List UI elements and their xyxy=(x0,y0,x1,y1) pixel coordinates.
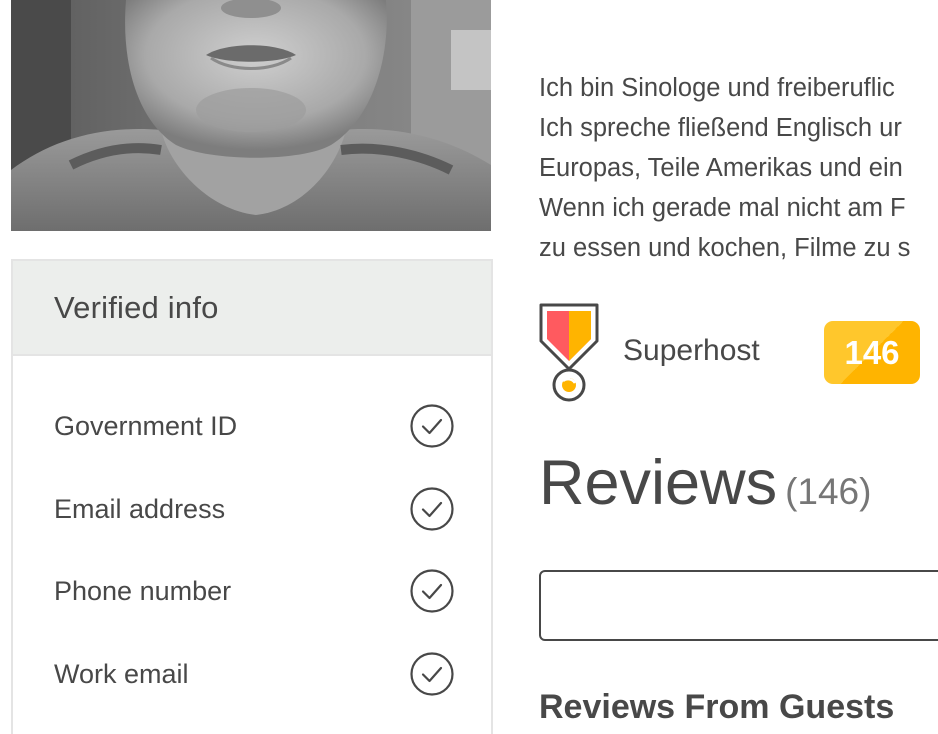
verified-info-header: Verified info xyxy=(13,261,491,356)
verified-item-phone: Phone number xyxy=(54,568,454,614)
about-line: Ich spreche fließend Englisch ur xyxy=(539,114,902,142)
reviews-title: Reviews xyxy=(539,448,778,518)
host-about-text: Ich bin Sinologe und freiberuflic Ich sp… xyxy=(539,68,938,268)
verified-info-title: Verified info xyxy=(54,289,219,325)
verified-item-label: Government ID xyxy=(54,410,238,441)
host-profile-page: Verified info Government ID Email addres… xyxy=(0,0,938,734)
check-circle-icon xyxy=(410,487,454,531)
verified-item-label: Email address xyxy=(54,493,226,524)
reviews-heading: Reviews (146) xyxy=(539,447,871,519)
verified-item-email: Email address xyxy=(54,486,454,532)
reviews-from-guests-title: Reviews From Guests xyxy=(539,688,895,726)
about-line: Ich bin Sinologe und freiberuflic xyxy=(539,74,895,102)
reviews-search-input[interactable] xyxy=(539,570,938,641)
about-line: zu essen und kochen, Filme zu s xyxy=(539,234,911,262)
superhost-label: Superhost xyxy=(623,334,760,367)
host-photo xyxy=(11,0,491,231)
verified-item-label: Work email xyxy=(54,658,189,689)
about-line: Europas, Teile Amerikas und ein xyxy=(539,154,903,182)
check-circle-icon xyxy=(410,569,454,613)
superhost-medal-icon xyxy=(539,303,599,402)
about-line: Wenn ich gerade mal nicht am F xyxy=(539,194,906,222)
superhost-row: Superhost 146 xyxy=(539,303,938,407)
check-circle-icon xyxy=(410,404,454,448)
reviews-count: (146) xyxy=(785,471,872,512)
review-count-badge: 146 xyxy=(824,321,920,384)
check-circle-icon xyxy=(410,652,454,696)
verified-item-label: Phone number xyxy=(54,575,232,606)
verified-item-government-id: Government ID xyxy=(54,403,454,449)
verified-item-work-email: Work email xyxy=(54,651,454,697)
verified-info-card: Verified info Government ID Email addres… xyxy=(11,259,493,734)
